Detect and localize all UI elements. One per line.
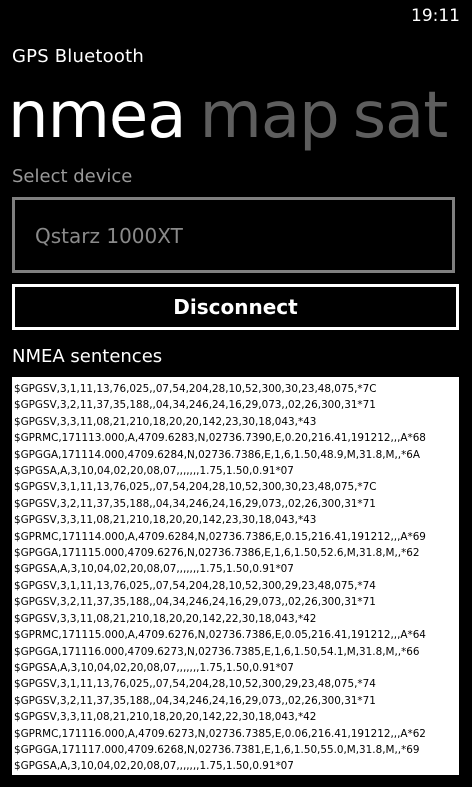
tab-sat[interactable]: sat [353,78,449,154]
nmea-line: $GPRMC,171115.000,A,4709.6276,N,02736.73… [14,629,426,642]
nmea-sentences-label: NMEA sentences [12,346,163,367]
nmea-line: $GPGSV,3,2,11,37,35,188,,04,34,246,24,16… [14,596,376,609]
tab-map[interactable]: map [200,78,340,154]
nmea-line: $GPGSV,3,1,11,13,76,025,,07,54,204,28,10… [14,481,377,494]
nmea-line: $GPGSV,3,1,11,13,76,025,,07,54,204,28,10… [14,383,377,395]
nmea-line: $GPRMC,171114.000,A,4709.6284,N,02736.73… [14,530,426,543]
nmea-line: $GPGSV,3,3,11,08,21,210,18,20,20,142,23,… [14,415,317,428]
disconnect-button[interactable]: Disconnect [12,284,459,330]
status-bar: 19:11 [0,0,472,32]
nmea-line: $GPGSA,A,3,10,04,02,20,08,07,,,,,,,1.75,… [14,465,294,478]
status-clock: 19:11 [411,6,460,26]
pivot-header: nmea map sat [8,78,461,154]
nmea-line: $GPGSV,3,2,11,37,35,188,,04,34,246,24,16… [14,694,376,707]
nmea-line: $GPGSV,3,3,11,08,21,210,18,20,20,142,22,… [14,711,317,724]
nmea-line: $GPGGA,171117.000,4709.6268,N,02736.7381… [14,743,420,756]
nmea-line: $GPGSV,3,3,11,08,21,210,18,20,20,142,22,… [14,612,317,625]
nmea-line: $GPGSA,A,3,10,04,02,20,08,07,,,,,,,1.75,… [14,563,294,576]
nmea-line: $GPGSV,3,2,11,37,35,188,,04,34,246,24,16… [14,497,376,510]
nmea-line: $GPGGA,171116.000,4709.6273,N,02736.7385… [14,645,420,658]
nmea-line: $GPRMC,171113.000,A,4709.6283,N,02736.73… [14,432,426,445]
device-selector[interactable]: Qstarz 1000XT [12,197,455,273]
nmea-line: $GPGSV,3,2,11,37,35,188,,04,34,246,24,16… [14,399,376,412]
nmea-line: $GPGSV,3,1,11,13,76,025,,07,54,204,28,10… [14,579,376,592]
tab-nmea[interactable]: nmea [8,78,186,154]
nmea-line: $GPGSV,3,3,11,08,21,210,18,20,20,142,23,… [14,514,317,527]
app-title: GPS Bluetooth [12,46,144,67]
app-screen: 19:11 GPS Bluetooth nmea map sat Select de… [0,0,472,787]
nmea-line: $GPGSA,A,3,10,04,02,20,08,07,,,,,,,1.75,… [14,760,294,773]
nmea-line: $GPGSV,3,1,11,13,76,025,,07,54,204,28,10… [14,678,376,691]
nmea-line: $GPGGA,171114.000,4709.6284,N,02736.7386… [14,448,420,461]
device-selector-value: Qstarz 1000XT [35,224,183,248]
nmea-log[interactable]: $GPGSV,3,1,11,13,76,025,,07,54,204,28,10… [12,377,459,775]
select-device-label: Select device [12,166,133,187]
nmea-line: $GPRMC,171116.000,A,4709.6273,N,02736.73… [14,727,426,740]
nmea-line: $GPGSA,A,3,10,04,02,20,08,07,,,,,,,1.75,… [14,661,294,674]
nmea-line: $GPGGA,171115.000,4709.6276,N,02736.7386… [14,547,420,560]
